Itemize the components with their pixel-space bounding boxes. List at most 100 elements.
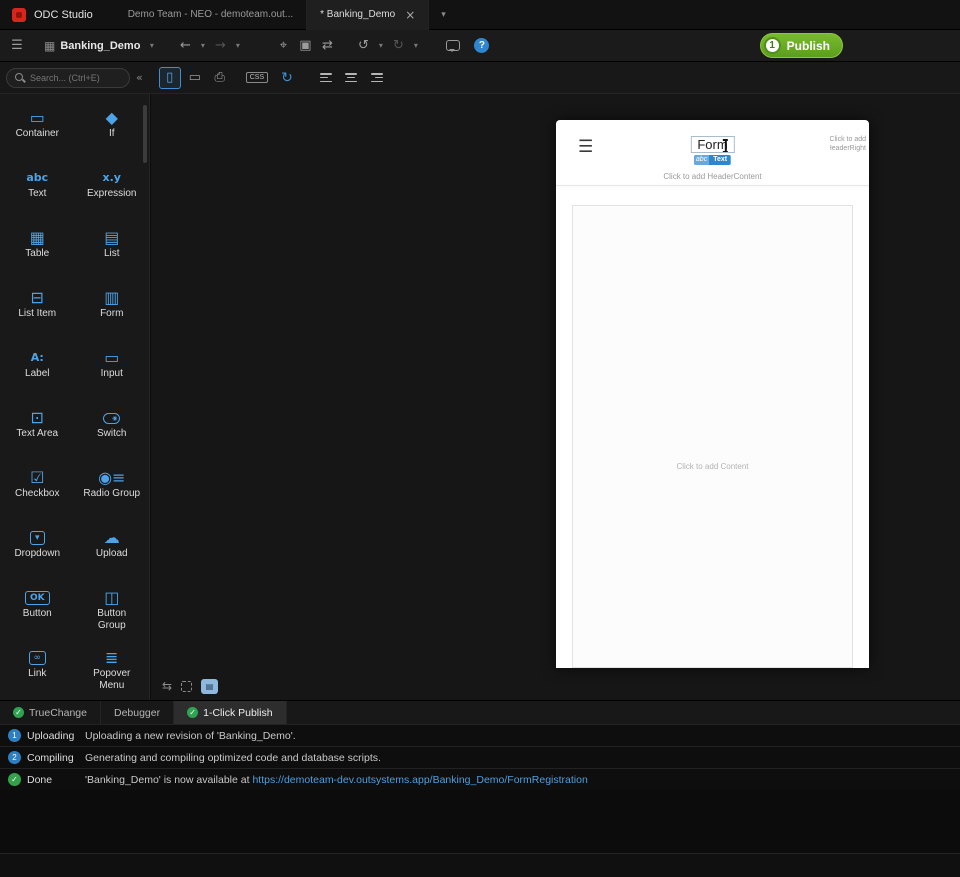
widget-item-button-group[interactable]: ◫ Button Group (75, 588, 150, 648)
sidebar-scrollbar[interactable] (143, 105, 147, 163)
widget-item-form[interactable]: ▥ Form (75, 288, 150, 348)
widget-item-checkbox[interactable]: ☑ Checkbox (0, 468, 75, 528)
header-content-placeholder[interactable]: Click to add HeaderContent (556, 172, 869, 181)
module-selector[interactable]: ▦ Banking_Demo ▾ (36, 36, 166, 56)
tab-1-click-publish[interactable]: ✓ 1-Click Publish (174, 701, 287, 724)
collapse-sidebar-icon[interactable]: « (136, 71, 143, 84)
design-canvas[interactable]: ☰ Form abc Text Click to add HeaderRight… (151, 94, 960, 700)
forward-icon[interactable]: → (209, 38, 231, 53)
log-message: Generating and compiling optimized code … (85, 751, 381, 764)
publish-url-link[interactable]: https://demoteam-dev.outsystems.app/Bank… (252, 774, 587, 786)
tab-debugger[interactable]: Debugger (101, 701, 175, 724)
radio-group-icon: ◉≡ (98, 468, 126, 487)
page-title-widget[interactable]: Form abc Text (690, 136, 735, 165)
widget-item-upload[interactable]: ☁ Upload (75, 528, 150, 588)
menu-icon[interactable]: ☰ (6, 38, 28, 53)
undo-icon[interactable]: ↺ (352, 38, 374, 53)
widget-item-button[interactable]: OK Button (0, 588, 75, 648)
checkbox-icon: ☑ (30, 468, 45, 487)
widget-item-popover-menu[interactable]: ≣ Popover Menu (75, 648, 150, 708)
redo-history-icon[interactable]: ▾ (409, 41, 422, 50)
widget-item-list-item[interactable]: ⊟ List Item (0, 288, 75, 348)
back-history-icon[interactable]: ▾ (196, 41, 209, 50)
widget-tree-toggle-icon[interactable]: ▤ (201, 678, 219, 694)
back-icon[interactable]: ← (174, 38, 196, 53)
check-icon: ✓ (13, 707, 24, 718)
widget-grid: ▭ Container ◆ If abc Text x.y Expression ▦ Table ▤… (0, 94, 149, 708)
title-tabs: Demo Team - NEO - demoteam.out... * Bank… (115, 0, 458, 30)
phone-preview-icon[interactable]: ▯ (158, 66, 181, 89)
widget-label: Container (15, 128, 59, 139)
widget-label: Form (100, 308, 124, 319)
help-icon[interactable]: ? (474, 38, 490, 53)
tab-environment[interactable]: Demo Team - NEO - demoteam.out... (115, 0, 308, 30)
preview-menu-icon[interactable]: ☰ (578, 137, 593, 157)
align-left-icon[interactable] (319, 73, 333, 82)
phone-preview-frame[interactable]: ☰ Form abc Text Click to add HeaderRight… (556, 120, 869, 668)
refresh-data-icon[interactable]: ↻ (281, 70, 293, 86)
widget-item-if[interactable]: ◆ If (75, 108, 150, 168)
widget-label: Radio Group (83, 488, 141, 499)
tab-module[interactable]: * Banking_Demo × (307, 0, 430, 30)
tab-label: TrueChange (29, 706, 87, 719)
search-input[interactable] (30, 72, 122, 83)
odc-logo-icon (12, 7, 26, 22)
content-placeholder[interactable]: Click to add Content (572, 205, 853, 668)
widget-item-text-area[interactable]: ⊡ Text Area (0, 408, 75, 468)
swap-view-icon[interactable]: ⇆ (162, 679, 172, 693)
align-tools (319, 73, 383, 82)
widget-label: Upload (95, 548, 128, 559)
feedback-icon[interactable] (446, 40, 461, 52)
step-number-badge: 1 (8, 729, 21, 742)
close-tab-icon[interactable]: × (405, 8, 415, 22)
list-icon: ▤ (104, 228, 120, 247)
log-step-label: Uploading (27, 729, 75, 742)
publish-log: 1 Uploading Uploading a new revision of 'B… (0, 724, 960, 791)
log-step-label: Compiling (27, 751, 74, 764)
widget-item-text[interactable]: abc Text (0, 168, 75, 228)
selected-widget-tag: abc Text (693, 155, 732, 165)
widget-item-container[interactable]: ▭ Container (0, 108, 75, 168)
selection-frame-icon[interactable] (181, 680, 193, 692)
desktop-preview-icon[interactable]: ⎙ (209, 67, 231, 89)
widget-label: List Item (18, 308, 57, 319)
search-box[interactable] (6, 67, 130, 88)
header-right-placeholder[interactable]: Click to add HeaderRight (830, 135, 866, 155)
widget-label: Checkbox (15, 488, 60, 499)
tab-module-label: * Banking_Demo (320, 9, 396, 20)
pin-icon[interactable]: ⌖ (272, 38, 294, 53)
redo-icon[interactable]: ↻ (387, 38, 409, 53)
widget-item-input[interactable]: ▭ Input (75, 348, 150, 408)
widget-item-link[interactable]: ∞ Link (0, 648, 75, 708)
tab-truechange[interactable]: ✓ TrueChange (0, 701, 101, 724)
css-editor-icon[interactable]: CSS (245, 72, 269, 83)
widget-item-table[interactable]: ▦ Table (0, 228, 75, 288)
compare-arrows-icon[interactable]: ⇄ (316, 38, 338, 53)
align-center-icon[interactable] (345, 73, 358, 82)
widget-item-switch[interactable]: ◉ Switch (75, 408, 150, 468)
widget-item-dropdown[interactable]: ▾ Dropdown (0, 528, 75, 588)
widget-label: Text Area (16, 428, 59, 439)
undo-history-icon[interactable]: ▾ (374, 41, 387, 50)
tab-environment-label: Demo Team - NEO - demoteam.out... (127, 9, 294, 20)
selected-widget-type: Text (709, 155, 732, 165)
search-icon (15, 72, 25, 83)
widget-item-list[interactable]: ▤ List (75, 228, 150, 288)
publish-button[interactable]: 1 Publish (759, 33, 843, 58)
text-area-icon: ⊡ (30, 408, 44, 427)
align-right-icon[interactable] (370, 73, 383, 82)
widget-item-label[interactable]: A: Label (0, 348, 75, 408)
forward-history-icon[interactable]: ▾ (231, 41, 244, 50)
page-title[interactable]: Form (690, 136, 735, 153)
layers-icon[interactable]: ▣ (294, 38, 316, 53)
tablet-preview-icon[interactable]: ▭ (184, 67, 206, 89)
list-item-icon: ⊟ (30, 288, 44, 307)
text-widget-abc-icon: abc (693, 155, 710, 165)
widget-item-radio-group[interactable]: ◉≡ Radio Group (75, 468, 150, 528)
widget-item-expression[interactable]: x.y Expression (75, 168, 150, 228)
if-icon: ◆ (105, 108, 118, 127)
text-icon: abc (26, 171, 49, 184)
tab-list-dropdown-icon[interactable]: ▾ (429, 0, 458, 30)
module-name: Banking_Demo (60, 39, 141, 52)
log-message: 'Banking_Demo' is now available at https… (85, 773, 588, 786)
